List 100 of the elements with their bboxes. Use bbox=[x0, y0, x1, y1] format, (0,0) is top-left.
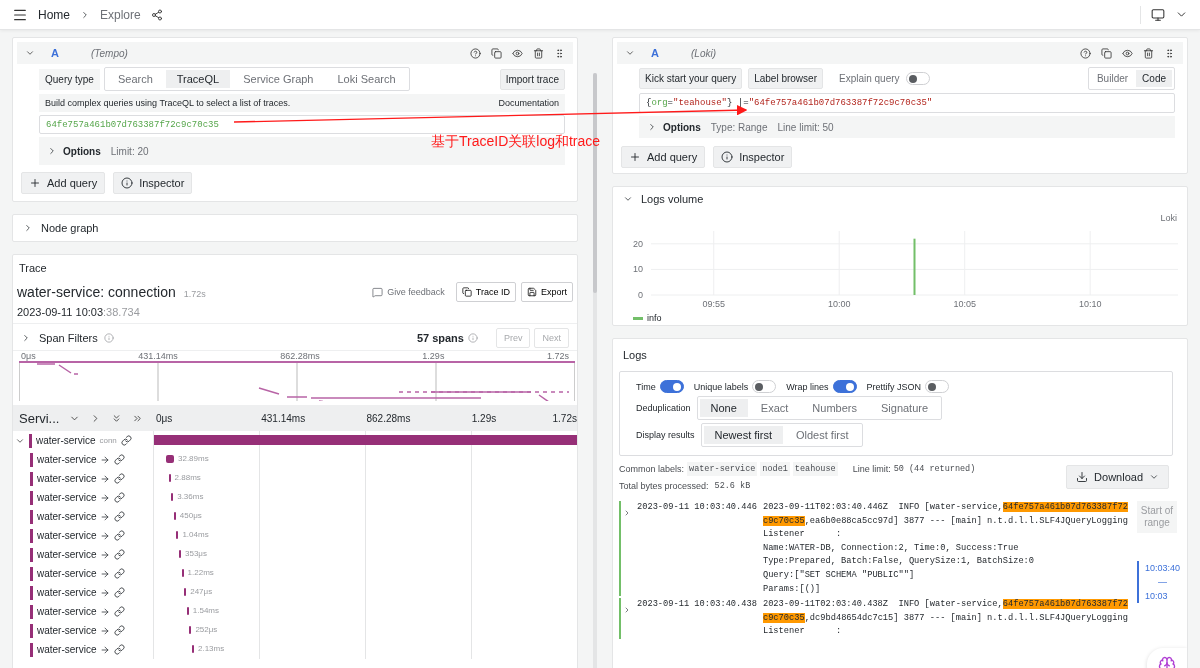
logql-query-editor[interactable]: {org="teahouse"} |="64fe757a461b07d763387f72c9c70c35" bbox=[639, 93, 1175, 113]
datasource-label: Loki bbox=[1160, 213, 1177, 223]
documentation-link[interactable]: Documentation bbox=[498, 98, 559, 108]
chevron-right-icon bbox=[47, 146, 57, 156]
annotation-text: 基于TraceID关联log和trace bbox=[431, 133, 601, 151]
kick-start-button[interactable]: Kick start your query bbox=[639, 68, 743, 89]
inspector-button[interactable]: Inspector bbox=[113, 172, 193, 194]
drag-handle-button[interactable] bbox=[554, 47, 565, 59]
minimap-tick-label: 0μs bbox=[21, 351, 36, 361]
query-type-tab[interactable]: TraceQL bbox=[165, 70, 231, 88]
arrow-right-icon bbox=[100, 454, 111, 465]
service-name: water-service bbox=[37, 473, 97, 484]
copy-icon bbox=[491, 47, 502, 59]
span-bar bbox=[184, 588, 187, 596]
span-duration: 3.36ms bbox=[177, 492, 204, 501]
collapse-button[interactable] bbox=[625, 48, 635, 58]
span-duration: 1.04ms bbox=[182, 530, 209, 539]
node-graph-toggle[interactable]: Node graph bbox=[23, 222, 99, 234]
bytes-processed-label: Total bytes processed: bbox=[619, 481, 709, 491]
import-trace-button[interactable]: Import trace bbox=[499, 68, 565, 90]
inspector-button[interactable]: Inspector bbox=[713, 146, 793, 168]
breadcrumb-link[interactable]: Home bbox=[38, 7, 70, 22]
feedback-button[interactable]: Give feedback bbox=[366, 285, 451, 299]
help-icon bbox=[1080, 47, 1091, 59]
service-name: water-service bbox=[37, 530, 97, 541]
trash-button[interactable] bbox=[533, 47, 544, 59]
y-tick-label: 20 bbox=[633, 238, 643, 249]
eye-button[interactable] bbox=[512, 47, 523, 59]
span-duration: 353μs bbox=[185, 549, 207, 558]
datasource-name: (Loki) bbox=[691, 47, 717, 59]
radio-option[interactable]: Newest first bbox=[703, 426, 783, 444]
trace-id-button[interactable]: Trace ID bbox=[455, 282, 516, 302]
link-icon bbox=[120, 435, 132, 446]
trace-duration: 1.72s bbox=[183, 289, 206, 299]
help-button[interactable] bbox=[1080, 47, 1091, 59]
options-toggle[interactable]: Options bbox=[647, 121, 701, 133]
minimap-tick-label: 1.29s bbox=[422, 351, 445, 361]
info-icon bbox=[721, 151, 734, 163]
span-duration: 32.89ms bbox=[178, 454, 209, 463]
label-tag: water-service bbox=[687, 462, 758, 476]
logs-volume-toggle[interactable]: Logs volume bbox=[623, 193, 704, 205]
link-icon bbox=[114, 530, 126, 541]
share-icon bbox=[150, 8, 163, 21]
explain-query-switch[interactable] bbox=[905, 72, 930, 85]
trash-button[interactable] bbox=[1143, 47, 1154, 59]
info-icon bbox=[103, 333, 114, 343]
copy-button[interactable] bbox=[491, 47, 502, 59]
service-name: water-service bbox=[37, 568, 97, 579]
plus-icon bbox=[29, 177, 41, 189]
span-duration: 2.13ms bbox=[198, 644, 225, 653]
service-color-bar bbox=[30, 547, 33, 562]
x-tick-label: 09:55 bbox=[702, 299, 725, 309]
options-toggle[interactable]: Options bbox=[47, 145, 101, 157]
option-summary: Limit: 20 bbox=[110, 145, 149, 157]
service-color-bar bbox=[30, 566, 33, 581]
collapse-button[interactable] bbox=[25, 48, 35, 58]
query-ref: A bbox=[651, 47, 660, 59]
line-limit-label: Line limit: bbox=[852, 464, 891, 474]
eye-button[interactable] bbox=[1122, 47, 1133, 59]
option-summary: Type: Range bbox=[710, 121, 768, 133]
service-color-bar bbox=[30, 623, 33, 638]
trace-start-time: 2023-09-11 10:03:38.734 bbox=[17, 306, 140, 318]
radio-option[interactable]: None bbox=[699, 399, 748, 417]
bytes-processed-value: 52.6 kB bbox=[714, 481, 751, 491]
minimap-tick-label: 862.28ms bbox=[280, 351, 320, 361]
share-button[interactable] bbox=[150, 8, 163, 21]
log-timestamp: 2023-09-11 10:03:40.438 bbox=[637, 598, 757, 612]
breadcrumb-link[interactable]: Explore bbox=[100, 7, 141, 22]
service-color-bar bbox=[30, 642, 33, 657]
eye-icon bbox=[512, 47, 523, 59]
span-filters-toggle[interactable]: Span Filters bbox=[21, 332, 98, 344]
span-bar bbox=[171, 493, 174, 501]
toggle-switch[interactable] bbox=[832, 380, 857, 393]
link-icon bbox=[114, 473, 126, 484]
add-query-button[interactable]: Add query bbox=[21, 172, 106, 194]
arrow-right-icon bbox=[100, 473, 111, 484]
label-browser-button[interactable]: Label browser bbox=[748, 68, 823, 89]
service-color-bar bbox=[30, 452, 33, 467]
export-button[interactable]: Export bbox=[521, 282, 573, 302]
copy-button[interactable] bbox=[1101, 47, 1112, 59]
download-button[interactable]: Download bbox=[1066, 464, 1169, 489]
link-icon bbox=[114, 568, 126, 579]
editor-mode-tab[interactable]: Code bbox=[1136, 70, 1172, 87]
link-icon bbox=[114, 454, 126, 465]
drag-handle-icon bbox=[554, 47, 565, 59]
service-name: water-service bbox=[37, 454, 97, 465]
option-summary: Line limit: 50 bbox=[777, 121, 834, 133]
span-bar bbox=[173, 512, 176, 520]
span-duration: 1.22ms bbox=[187, 568, 214, 577]
info-icon bbox=[467, 333, 478, 343]
drag-handle-button[interactable] bbox=[1164, 47, 1175, 59]
add-query-button[interactable]: Add query bbox=[621, 146, 706, 168]
service-color-bar bbox=[29, 433, 32, 448]
monitor-button[interactable] bbox=[1151, 7, 1165, 22]
drag-handle-icon bbox=[1164, 47, 1175, 59]
help-icon bbox=[470, 47, 481, 59]
span-duration: 450μs bbox=[179, 511, 202, 520]
help-button[interactable] bbox=[470, 47, 481, 59]
toggle-switch[interactable] bbox=[659, 380, 684, 393]
service-name: water-service bbox=[37, 549, 97, 560]
